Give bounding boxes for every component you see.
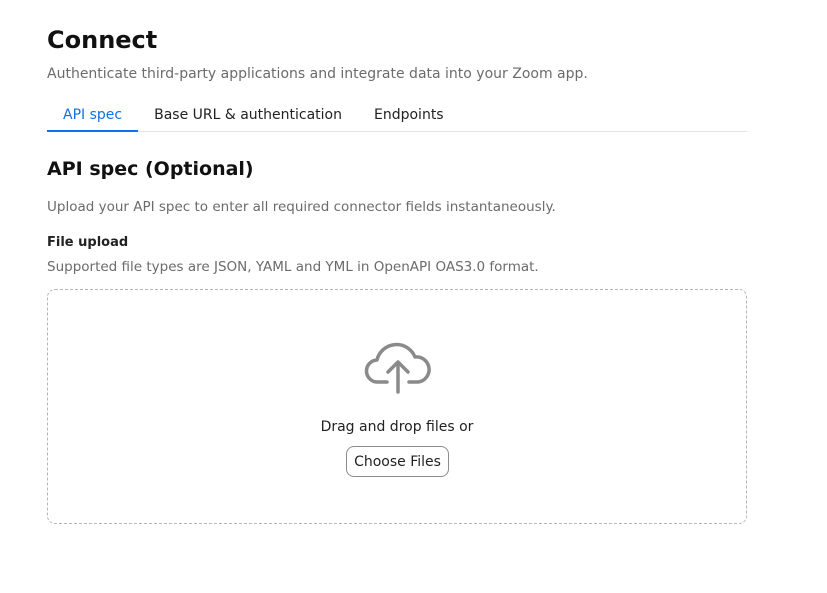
tab-bar: API spec Base URL & authentication Endpo… [47,100,747,132]
cloud-upload-icon [364,342,431,394]
choose-files-button[interactable]: Choose Files [346,446,449,477]
section-title: API spec (Optional) [47,158,254,180]
file-dropzone[interactable]: Drag and drop files or Choose Files [47,289,747,524]
page-subtitle: Authenticate third-party applications an… [47,66,588,82]
file-upload-label: File upload [47,235,129,250]
file-upload-help: Supported file types are JSON, YAML and … [47,259,539,275]
drop-instructions: Drag and drop files or [320,419,474,435]
tab-base-url-authentication[interactable]: Base URL & authentication [138,100,358,132]
section-description: Upload your API spec to enter all requir… [47,199,556,215]
tab-api-spec[interactable]: API spec [47,100,139,132]
tab-endpoints[interactable]: Endpoints [358,100,460,132]
page-title: Connect [47,26,158,54]
